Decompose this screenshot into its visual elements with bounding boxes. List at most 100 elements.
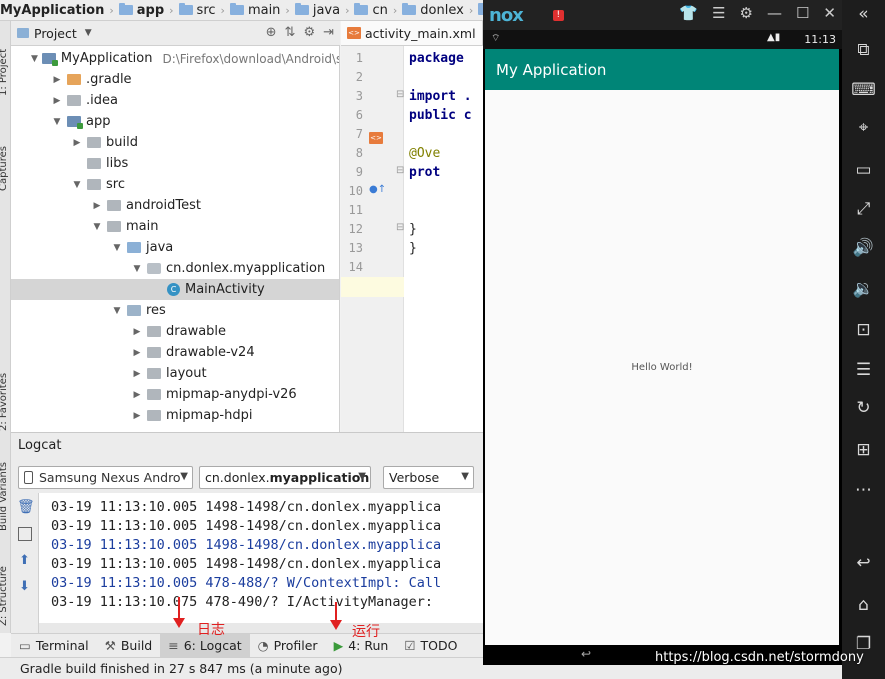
hide-panel-icon[interactable]: ⇥	[323, 25, 334, 40]
tree-item[interactable]: ▶ layout	[11, 363, 339, 384]
collapse-icon[interactable]: «	[842, 4, 885, 24]
log-line[interactable]: 03-19 11:13:10.005 1498-1498/cn.donlex.m…	[51, 499, 441, 515]
volume-up-icon[interactable]: 🔊	[842, 238, 885, 258]
breadcrumb-item[interactable]: src	[177, 3, 216, 18]
build-variants-side-tab[interactable]: Build Variants	[0, 462, 9, 531]
more-icon[interactable]: ⋯	[842, 480, 885, 500]
back-nav-icon[interactable]: ↩	[581, 647, 591, 661]
tool-tab[interactable]: ☑ TODO	[396, 634, 465, 658]
tree-item[interactable]: ▼ app	[11, 111, 339, 132]
breadcrumb-item[interactable]: m	[476, 3, 483, 18]
override-marker-icon[interactable]: ●↑	[369, 184, 386, 195]
project-view-selector[interactable]: Project	[34, 26, 77, 41]
chevron-down-icon[interactable]: ▼	[85, 28, 92, 38]
tree-item[interactable]: ▼ main	[11, 216, 339, 237]
breadcrumb-item[interactable]: MyApplication	[0, 3, 104, 18]
tree-item[interactable]: ▶ .idea	[11, 90, 339, 111]
alert-icon[interactable]: !	[552, 9, 564, 21]
arrow-down-icon[interactable]: ⬇	[19, 579, 30, 594]
breadcrumb-item[interactable]: cn	[352, 3, 388, 18]
project-side-tab[interactable]: 1: Project	[0, 49, 9, 96]
tab-activity-main-xml[interactable]: <> activity_main.xml	[341, 21, 483, 45]
process-selector[interactable]: cn.donlex. myapplication ▼	[199, 466, 371, 489]
fullscreen-icon[interactable]: ⤢	[842, 199, 885, 219]
tool-tab[interactable]: ◔ Profiler	[250, 634, 326, 658]
chevron-down-icon[interactable]: ▼	[131, 264, 143, 274]
breadcrumb-item[interactable]: main	[228, 3, 280, 18]
back-icon[interactable]: ↩	[842, 553, 885, 573]
arrow-up-icon[interactable]: ⬆	[19, 553, 30, 568]
chevron-right-icon[interactable]: ▶	[131, 411, 143, 421]
volume-down-icon[interactable]: 🔉	[842, 279, 885, 299]
screen-icon[interactable]: ▭	[842, 160, 885, 180]
home-icon[interactable]: ⌂	[842, 595, 885, 615]
tree-item[interactable]: ▶ build	[11, 132, 339, 153]
app-content[interactable]: Hello World!	[485, 90, 839, 645]
layout-marker-icon[interactable]: <>	[369, 132, 383, 144]
chevron-down-icon[interactable]: ▼	[71, 180, 83, 190]
chevron-right-icon[interactable]: ▶	[131, 369, 143, 379]
menu-icon[interactable]: ☰	[712, 4, 725, 22]
tree-item[interactable]: ▶ mipmap-anydpi-v26	[11, 384, 339, 405]
tree-item[interactable]: ▼ java	[11, 237, 339, 258]
chevron-down-icon[interactable]: ▼	[51, 117, 63, 127]
log-line[interactable]: 03-19 11:13:10.005 1498-1498/cn.donlex.m…	[51, 556, 441, 572]
breadcrumb-item[interactable]: donlex	[400, 3, 464, 18]
tree-item[interactable]: libs	[11, 153, 339, 174]
horizontal-scrollbar[interactable]	[39, 623, 483, 633]
location-icon[interactable]: ⌖	[842, 118, 885, 138]
gear-icon[interactable]: ⚙	[303, 25, 315, 40]
rotate-icon[interactable]: ⧉	[842, 40, 885, 60]
tool-tab[interactable]: ▭ Terminal	[11, 634, 97, 658]
breadcrumb-item[interactable]: app	[117, 3, 164, 18]
chevron-down-icon[interactable]: ▼	[111, 243, 123, 253]
captures-side-tab[interactable]: Captures	[0, 146, 9, 191]
skin-icon[interactable]: 👕	[679, 4, 698, 22]
device-selector[interactable]: Samsung Nexus Andro ▼	[18, 466, 193, 489]
log-line[interactable]: 03-19 11:13:10.005 1498-1498/cn.donlex.m…	[51, 537, 441, 553]
tree-item[interactable]: ▶ .gradle	[11, 69, 339, 90]
tree-item[interactable]: ▶ mipmap-hdpi	[11, 405, 339, 426]
chevron-right-icon[interactable]: ▶	[51, 75, 63, 85]
maximize-icon[interactable]: ☐	[796, 4, 809, 22]
code-editor[interactable]: package import . public c @Ove prot }}	[404, 46, 483, 432]
macro-icon[interactable]: ↻	[842, 398, 885, 418]
collapse-all-icon[interactable]: ⇅	[285, 25, 296, 40]
chevron-right-icon[interactable]: ▶	[131, 390, 143, 400]
chevron-right-icon[interactable]: ▶	[131, 348, 143, 358]
settings-icon[interactable]: ⚙	[740, 4, 753, 22]
tree-item[interactable]: ▼ res	[11, 300, 339, 321]
tool-tab[interactable]: ⚒ Build	[97, 634, 161, 658]
chevron-down-icon[interactable]: ▼	[91, 222, 103, 232]
tree-item[interactable]: ▶ androidTest	[11, 195, 339, 216]
chevron-down-icon[interactable]: ▼	[111, 306, 123, 316]
log-line[interactable]: 03-19 11:13:10.005 1498-1498/cn.donlex.m…	[51, 518, 441, 534]
log-line[interactable]: 03-19 11:13:10.075 478-490/? I/ActivityM…	[51, 594, 433, 610]
keyboard-icon[interactable]: ⌨	[842, 80, 885, 100]
apk-install-icon[interactable]: ⊞	[842, 440, 885, 460]
tree-item[interactable]: ▼ src	[11, 174, 339, 195]
screenshot-icon[interactable]: ⊡	[842, 320, 885, 340]
multi-instance-icon[interactable]: ☰	[842, 360, 885, 380]
tree-item[interactable]: ▶ drawable-v24	[11, 342, 339, 363]
chevron-right-icon[interactable]: ▶	[71, 138, 83, 148]
minimize-icon[interactable]: —	[767, 4, 782, 22]
trash-icon[interactable]: 🗑	[17, 499, 35, 515]
locate-icon[interactable]: ⊕	[266, 25, 277, 40]
structure-side-tab[interactable]: Z: Structure	[0, 566, 9, 626]
log-level-selector[interactable]: Verbose ▼	[383, 466, 474, 489]
close-icon[interactable]: ✕	[823, 4, 836, 22]
tree-item[interactable]: ▼ MyApplication D:\Firefox\download\Androi…	[11, 48, 339, 69]
favorites-side-tab[interactable]: 2: Favorites	[0, 373, 9, 431]
chevron-right-icon[interactable]: ▶	[131, 327, 143, 337]
chevron-right-icon[interactable]: ▶	[91, 201, 103, 211]
logcat-output[interactable]: 03-19 11:13:10.005 1498-1498/cn.donlex.m…	[39, 493, 483, 623]
tree-item[interactable]: C MainActivity	[11, 279, 339, 300]
chevron-down-icon[interactable]: ▼	[31, 54, 38, 64]
log-line[interactable]: 03-19 11:13:10.005 478-488/? W/ContextIm…	[51, 575, 441, 591]
breadcrumb-item[interactable]: java	[293, 3, 340, 18]
chevron-right-icon[interactable]: ▶	[51, 96, 63, 106]
tree-item[interactable]: ▼ cn.donlex.myapplication	[11, 258, 339, 279]
tree-item[interactable]: ▶ drawable	[11, 321, 339, 342]
soft-wrap-icon[interactable]	[18, 527, 32, 541]
